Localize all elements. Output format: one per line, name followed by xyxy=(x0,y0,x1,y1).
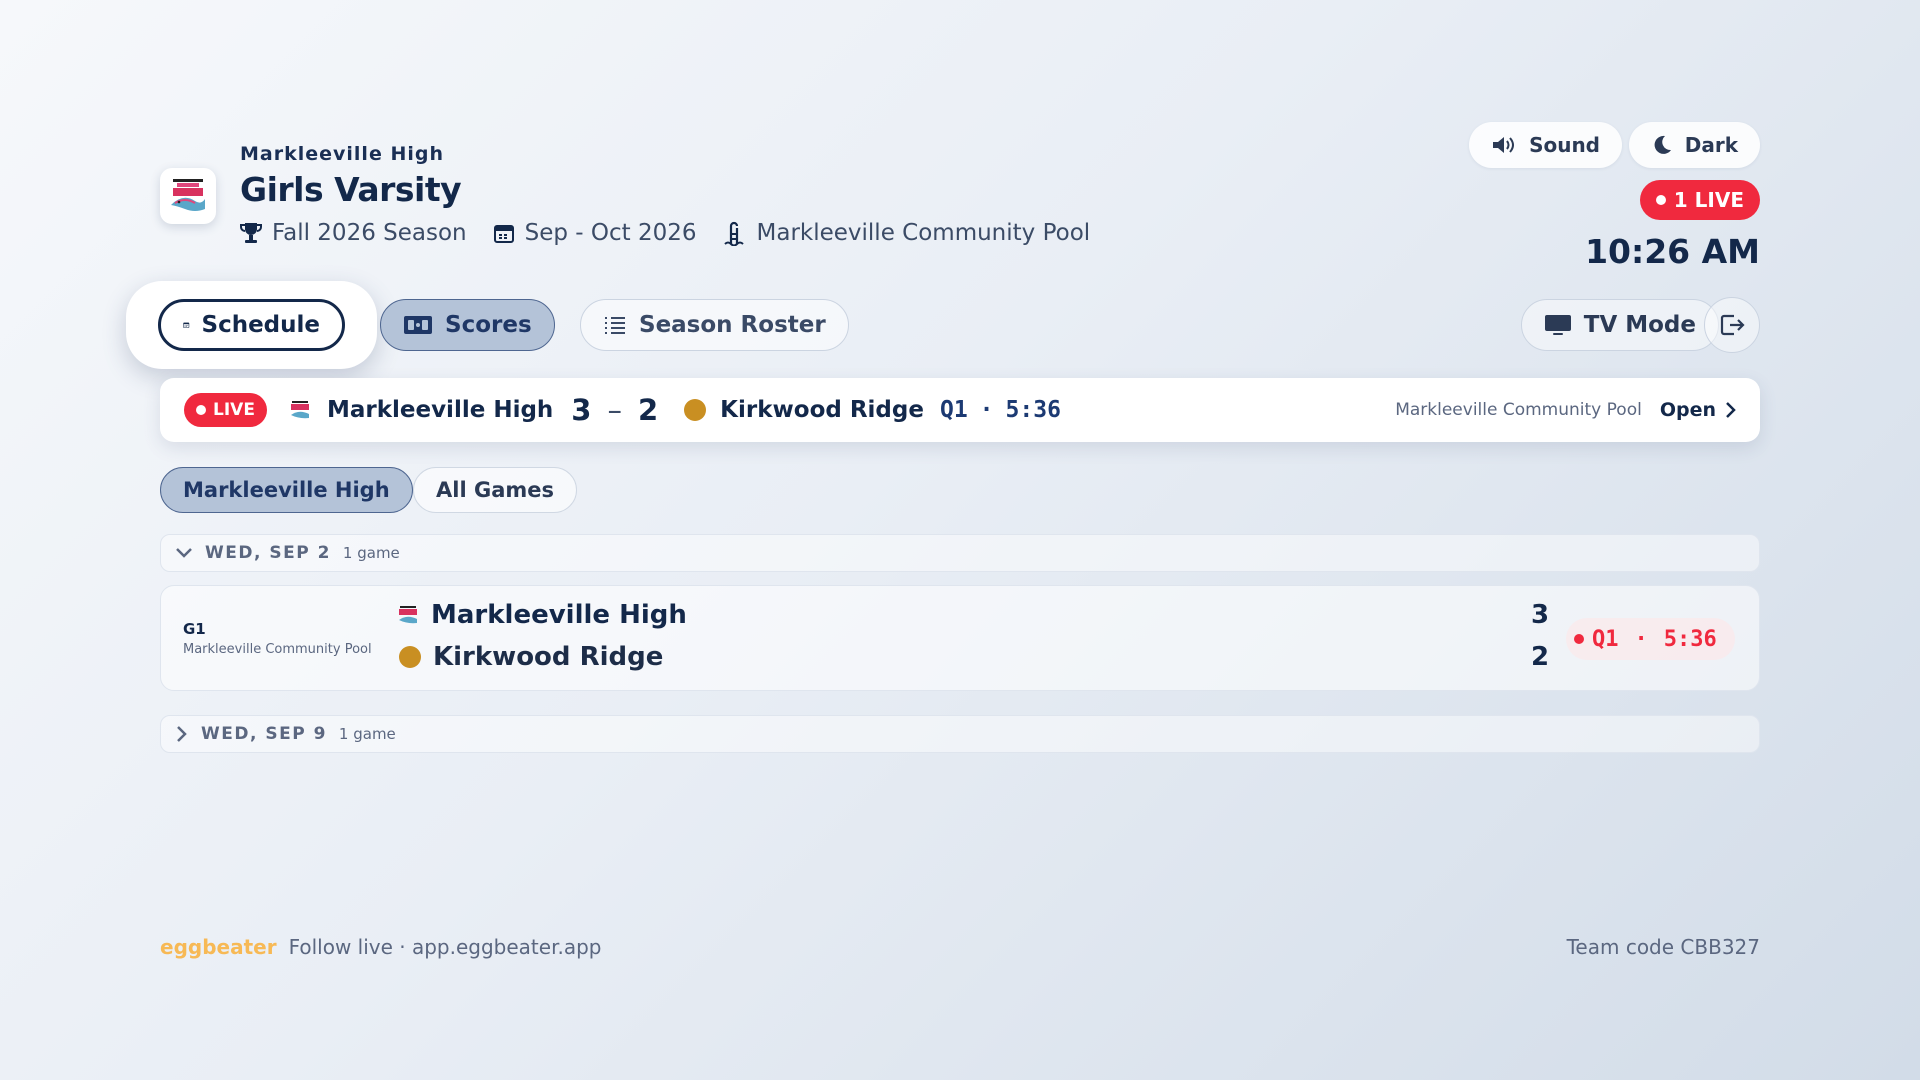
game-away-team: Kirkwood Ridge xyxy=(399,642,663,672)
clock: 10:26 AM xyxy=(1585,232,1760,271)
tab-scores[interactable]: Scores xyxy=(380,299,555,351)
game-code: G1 xyxy=(183,620,206,638)
dark-label: Dark xyxy=(1684,133,1738,157)
tab-roster-label: Season Roster xyxy=(639,312,826,338)
venue-info: Markleeville Community Pool xyxy=(723,220,1091,246)
season-label: Fall 2026 Season xyxy=(272,220,467,246)
school-name: Markleeville High xyxy=(240,143,444,165)
live-badge-label: LIVE xyxy=(213,400,255,420)
team-logo xyxy=(160,168,216,224)
banner-open-link[interactable]: Open xyxy=(1660,399,1736,421)
brand-logo: eggbeater xyxy=(160,935,277,959)
page-title: Girls Varsity xyxy=(240,170,462,209)
logout-icon xyxy=(1720,314,1745,336)
banner-away-score: 2 xyxy=(637,393,659,427)
season-meta: Fall 2026 Season Sep - Oct 2026 Markleev… xyxy=(240,220,1090,246)
game-card[interactable]: G1 Markleeville Community Pool Markleevi… xyxy=(160,585,1760,691)
team-code: Team code CBB327 xyxy=(1566,935,1760,959)
away-score: 2 xyxy=(1531,642,1550,672)
dark-mode-button[interactable]: Dark xyxy=(1628,122,1760,168)
speaker-icon xyxy=(1493,137,1515,153)
live-dot-icon xyxy=(196,405,206,415)
live-dot-icon xyxy=(1574,634,1584,644)
season-info: Fall 2026 Season xyxy=(240,220,467,246)
banner-period: Q1 xyxy=(939,397,968,423)
live-dot-icon xyxy=(1655,195,1666,205)
filter-markleeville-high[interactable]: Markleeville High xyxy=(160,467,413,513)
chevron-right-icon xyxy=(177,726,187,742)
game-period: Q1 xyxy=(1592,626,1619,652)
moon-icon xyxy=(1654,135,1671,154)
game-live-status: Q1 · 5:36 xyxy=(1566,618,1735,660)
game-clock: 5:36 xyxy=(1663,626,1717,652)
sound-button[interactable]: Sound xyxy=(1469,122,1622,168)
tab-schedule[interactable]: Schedule xyxy=(158,299,345,351)
scoreboard-icon xyxy=(404,316,432,334)
chevron-down-icon xyxy=(176,548,192,558)
live-game-banner[interactable]: LIVE Markleeville High 3 – 2 Kirkwood Ri… xyxy=(160,378,1760,442)
game-dot: · xyxy=(1634,626,1648,652)
pool-ladder-icon xyxy=(723,221,744,246)
banner-clock: 5:36 xyxy=(1005,397,1061,423)
trout-logo-icon xyxy=(290,401,309,419)
tv-mode-button[interactable]: TV Mode xyxy=(1520,299,1719,351)
tab-season-roster[interactable]: Season Roster xyxy=(580,299,849,351)
away-team-dot-icon xyxy=(399,646,421,668)
footer-follow: eggbeater Follow live · app.eggbeater.ap… xyxy=(160,935,601,959)
score-separator: – xyxy=(607,393,622,427)
venue-label: Markleeville Community Pool xyxy=(756,220,1091,246)
home-score: 3 xyxy=(1531,600,1550,630)
list-icon xyxy=(605,317,625,334)
game-venue: Markleeville Community Pool xyxy=(183,642,372,657)
banner-home-score: 3 xyxy=(571,393,592,427)
follow-text: Follow live · app.eggbeater.app xyxy=(288,935,602,959)
chevron-right-icon xyxy=(1726,402,1736,418)
game-home-team: Markleeville High xyxy=(397,600,687,630)
filter-all-games[interactable]: All Games xyxy=(413,467,577,513)
exit-button[interactable] xyxy=(1704,297,1760,353)
calendar-icon xyxy=(493,225,514,243)
away-team-dot-icon xyxy=(684,399,707,421)
trout-logo-icon xyxy=(167,175,209,217)
trout-logo-icon xyxy=(399,606,417,624)
tv-icon xyxy=(1544,315,1571,335)
date-range: Sep - Oct 2026 xyxy=(493,220,697,246)
date-label: WED, SEP 9 xyxy=(201,724,327,744)
live-badge: LIVE xyxy=(184,393,267,427)
away-team-name: Kirkwood Ridge xyxy=(433,642,664,672)
date-group-sep-2[interactable]: WED, SEP 2 1 game xyxy=(160,534,1760,572)
trophy-icon xyxy=(240,223,262,243)
open-label: Open xyxy=(1659,399,1716,421)
banner-venue: Markleeville Community Pool xyxy=(1395,400,1642,420)
date-game-count: 1 game xyxy=(338,725,396,743)
date-label: WED, SEP 2 xyxy=(205,543,331,563)
date-group-sep-9[interactable]: WED, SEP 9 1 game xyxy=(160,715,1760,753)
tab-scores-label: Scores xyxy=(445,312,532,338)
banner-away-team: Kirkwood Ridge xyxy=(720,397,924,423)
date-range-label: Sep - Oct 2026 xyxy=(524,220,697,246)
tab-schedule-label: Schedule xyxy=(201,312,321,338)
tv-mode-label: TV Mode xyxy=(1583,312,1696,338)
calendar-icon xyxy=(183,322,190,328)
home-team-name: Markleeville High xyxy=(431,600,687,630)
sound-label: Sound xyxy=(1529,133,1600,157)
live-count-label: 1 LIVE xyxy=(1673,188,1744,212)
date-game-count: 1 game xyxy=(342,544,400,562)
live-count-badge: 1 LIVE xyxy=(1639,180,1760,220)
banner-home-team: Markleeville High xyxy=(326,397,554,423)
banner-dot: · xyxy=(979,397,994,423)
